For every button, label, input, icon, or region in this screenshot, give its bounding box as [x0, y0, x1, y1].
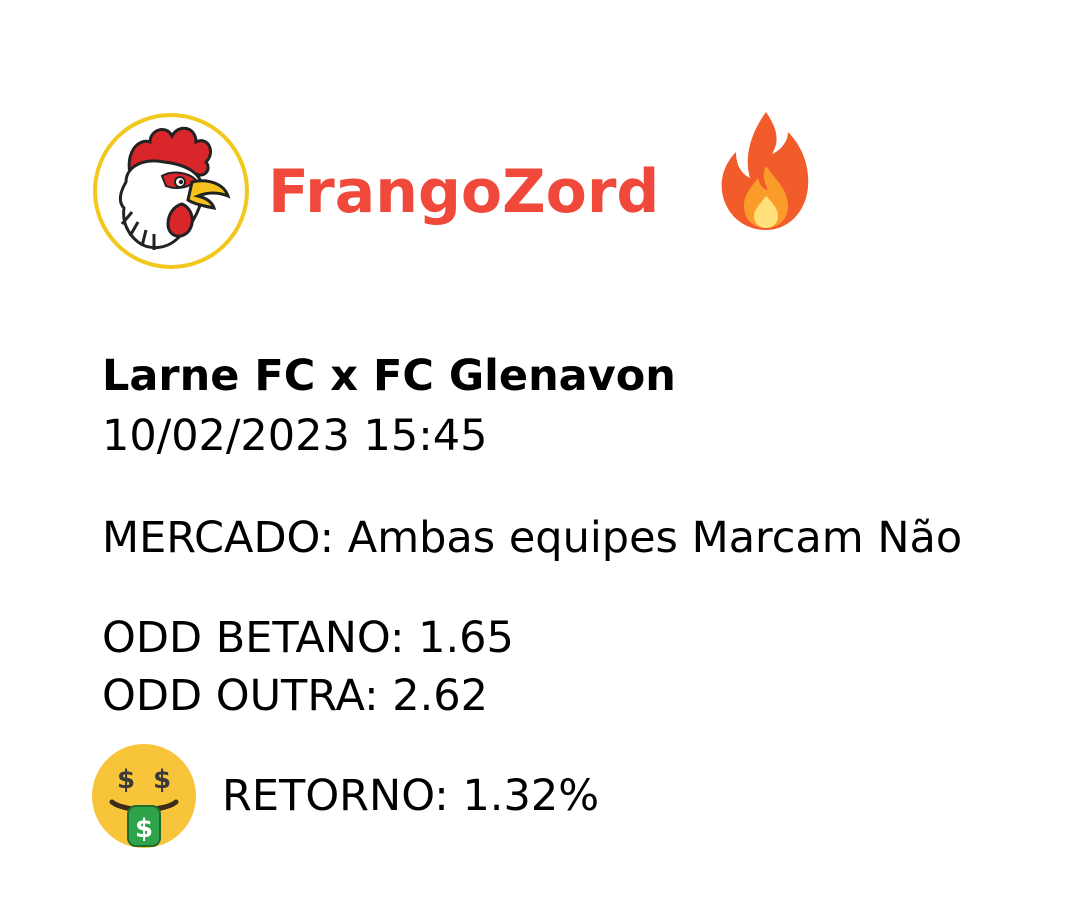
return-text: RETORNO: 1.32% — [222, 771, 600, 821]
odd-betano: ODD BETANO: 1.65 — [102, 613, 514, 663]
brand-title: FrangoZord — [268, 157, 660, 227]
match-datetime: 10/02/2023 15:45 — [102, 411, 488, 461]
svg-text:$: $ — [117, 765, 135, 795]
svg-text:$: $ — [153, 765, 171, 795]
svg-text:$: $ — [135, 814, 153, 844]
rooster-logo-icon — [92, 112, 250, 270]
odd-outra: ODD OUTRA: 2.62 — [102, 671, 489, 721]
market-text: MERCADO: Ambas equipes Marcam Não — [102, 513, 963, 563]
match-title: Larne FC x FC Glenavon — [102, 351, 676, 401]
money-mouth-face-icon: $ $ $ — [90, 742, 198, 850]
fire-icon — [718, 110, 814, 234]
